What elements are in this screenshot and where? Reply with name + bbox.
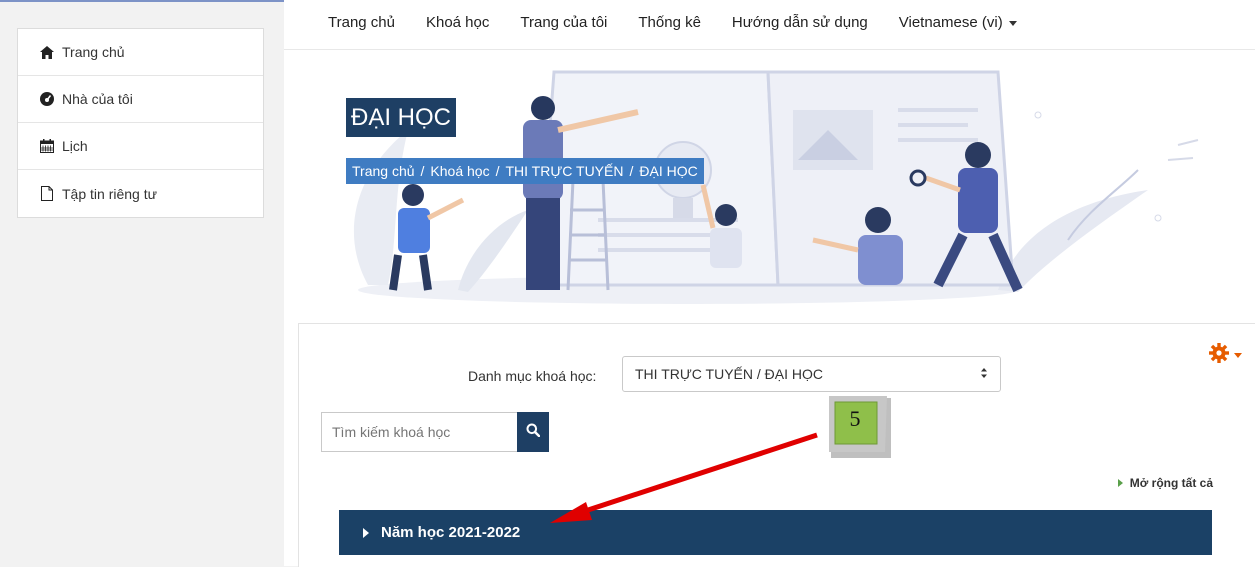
- caret-right-icon: [363, 527, 369, 538]
- nav-courses[interactable]: Khoá học: [426, 14, 489, 31]
- file-icon: [40, 186, 54, 201]
- sidebar-nav: Trang chủ Nhà của tôi Lịch Tập tin riêng…: [17, 28, 264, 218]
- caret-right-icon: [1117, 479, 1123, 487]
- language-selector[interactable]: Vietnamese (vi): [899, 14, 1017, 31]
- sidebar-item-label: Tập tin riêng tư: [62, 185, 157, 202]
- settings-menu[interactable]: [1209, 343, 1242, 368]
- category-select[interactable]: THI TRỰC TUYẾN / ĐẠI HỌC: [622, 356, 1001, 392]
- sidebar-item-label: Nhà của tôi: [62, 91, 133, 107]
- breadcrumb-item-home[interactable]: Trang chủ: [352, 162, 415, 180]
- calendar-icon: [40, 139, 54, 153]
- home-icon: [40, 45, 54, 59]
- sidebar-item-calendar[interactable]: Lịch: [18, 123, 263, 170]
- sidebar-item-label: Lịch: [62, 138, 88, 154]
- gear-icon: [1209, 343, 1229, 368]
- sidebar-item-label: Trang chủ: [62, 44, 125, 60]
- academic-year-section[interactable]: Năm học 2021-2022: [339, 510, 1212, 555]
- dashboard-icon: [40, 92, 54, 106]
- main-content: Trang chủ Khoá học Trang của tôi Thống k…: [284, 0, 1255, 567]
- search-button[interactable]: [517, 412, 549, 452]
- academic-year-label: Năm học 2021-2022: [381, 524, 521, 541]
- caret-down-icon: [1234, 353, 1242, 358]
- course-search-input[interactable]: [321, 412, 517, 452]
- breadcrumb-item-courses[interactable]: Khoá học: [430, 162, 489, 180]
- nav-statistics[interactable]: Thống kê: [638, 14, 701, 31]
- breadcrumb-separator: /: [420, 163, 425, 179]
- language-label: Vietnamese (vi): [898, 14, 1003, 31]
- search-icon: [526, 423, 541, 442]
- breadcrumb-separator: /: [495, 163, 500, 179]
- category-label: Danh mục khoá học:: [468, 368, 597, 384]
- nav-home[interactable]: Trang chủ: [328, 14, 395, 31]
- sidebar-item-dashboard[interactable]: Nhà của tôi: [18, 76, 263, 123]
- expand-all-link[interactable]: Mở rộng tất cả: [1117, 476, 1213, 490]
- caret-down-icon: [1008, 20, 1017, 26]
- sidebar-item-home[interactable]: Trang chủ: [18, 29, 263, 76]
- nav-user-guide[interactable]: Hướng dẫn sử dụng: [732, 14, 868, 31]
- page-title: ĐẠI HỌC: [346, 98, 457, 137]
- select-arrows-icon: [980, 366, 988, 382]
- breadcrumb-item-online-exam[interactable]: THI TRỰC TUYẾN: [505, 162, 623, 180]
- breadcrumb-item-university[interactable]: ĐẠI HỌC: [639, 162, 697, 180]
- course-category-panel: Danh mục khoá học: THI TRỰC TUYẾN / ĐẠI …: [298, 323, 1255, 567]
- breadcrumb-separator: /: [629, 163, 634, 179]
- page-header-banner: ĐẠI HỌC Trang chủ / Khoá học / THI TRỰC …: [298, 50, 1253, 305]
- expand-all-label: Mở rộng tất cả: [1129, 476, 1213, 490]
- top-navigation: Trang chủ Khoá học Trang của tôi Thống k…: [328, 14, 1048, 31]
- sidebar-item-private-files[interactable]: Tập tin riêng tư: [18, 170, 263, 217]
- breadcrumb: Trang chủ / Khoá học / THI TRỰC TUYẾN / …: [346, 158, 704, 184]
- nav-my-page[interactable]: Trang của tôi: [520, 14, 607, 31]
- category-select-value: THI TRỰC TUYẾN / ĐẠI HỌC: [635, 366, 824, 382]
